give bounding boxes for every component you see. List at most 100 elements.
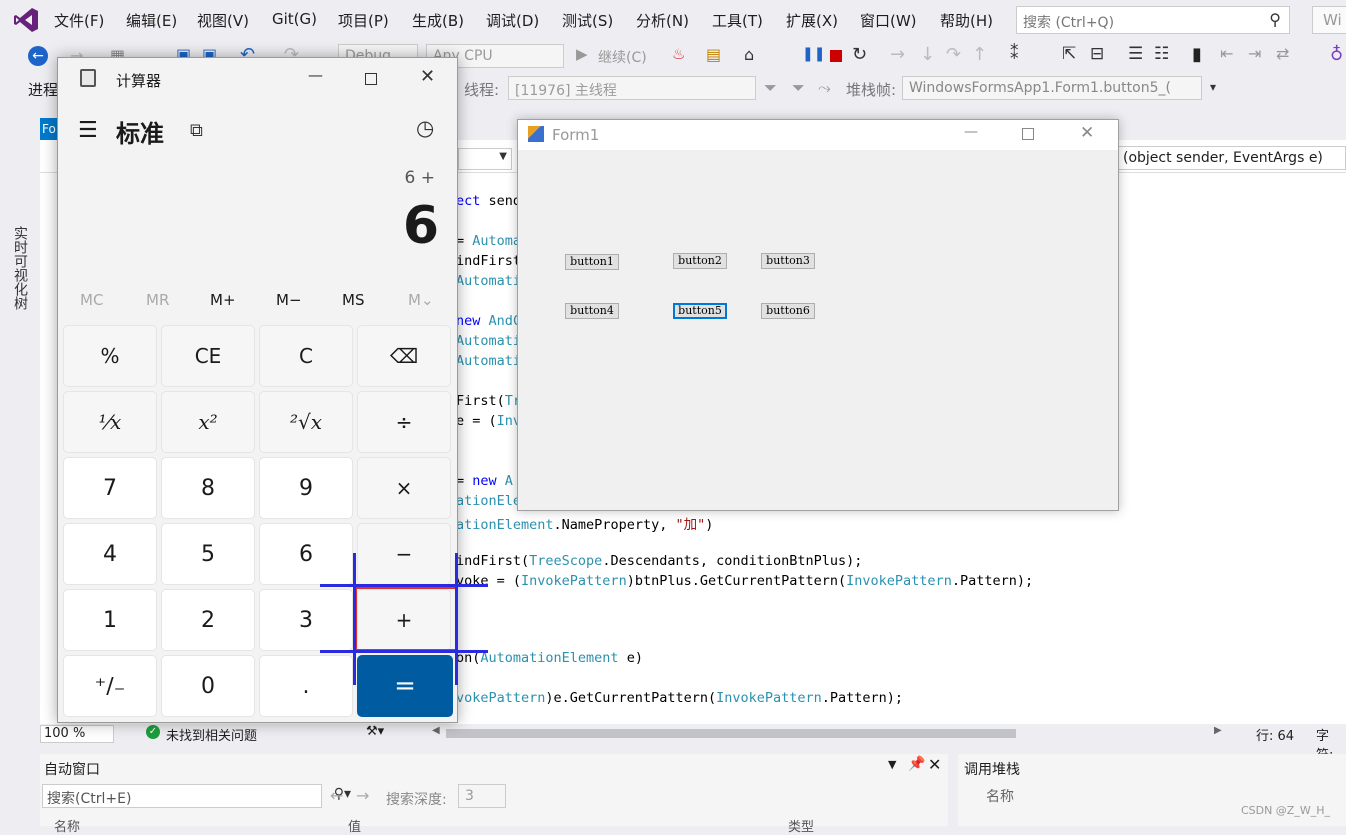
menu-window[interactable]: 窗口(W) xyxy=(860,10,917,31)
memory-clear-button[interactable]: MC xyxy=(80,291,103,309)
menu-tools[interactable]: 工具(T) xyxy=(712,10,763,31)
step-out-icon[interactable]: ↑ xyxy=(972,44,987,65)
open-folder-icon[interactable]: ▤ xyxy=(706,45,721,64)
close-icon[interactable]: ✕ xyxy=(928,755,941,774)
menu-test[interactable]: 测试(S) xyxy=(562,10,613,31)
negate-button[interactable]: ⁺∕₋ xyxy=(63,655,157,717)
solution-name-tab[interactable]: Wi xyxy=(1312,6,1346,34)
memory-recall-button[interactable]: MR xyxy=(146,291,169,309)
digit-3-button[interactable]: 3 xyxy=(259,589,353,651)
digit-2-button[interactable]: 2 xyxy=(161,589,255,651)
menu-analyze[interactable]: 分析(N) xyxy=(636,10,689,31)
back-icon[interactable]: ← xyxy=(28,46,48,66)
menu-project[interactable]: 项目(P) xyxy=(338,10,389,31)
backspace-button[interactable]: ⌫ xyxy=(357,325,451,387)
thread-select[interactable]: [11976] 主线程 xyxy=(508,76,756,100)
menu-extensions[interactable]: 扩展(X) xyxy=(786,10,838,31)
close-icon[interactable]: ✕ xyxy=(420,66,435,87)
continue-icon[interactable]: ▶ xyxy=(576,45,588,63)
modules-icon[interactable]: ⊟ xyxy=(1090,44,1104,64)
digit-1-button[interactable]: 1 xyxy=(63,589,157,651)
memory-add-button[interactable]: M+ xyxy=(210,291,236,309)
menu-edit[interactable]: 编辑(E) xyxy=(126,10,177,31)
button5[interactable]: button5 xyxy=(673,303,727,319)
button6[interactable]: button6 xyxy=(761,303,815,319)
type-navigation-select[interactable]: ▼ xyxy=(458,148,512,170)
stackframe-select[interactable]: WindowsFormsApp1.Form1.button5_( xyxy=(902,76,1202,100)
panel-dropdown-icon[interactable]: ▼ xyxy=(888,758,896,771)
brush-icon[interactable]: ⚒▾ xyxy=(366,724,384,739)
button3[interactable]: button3 xyxy=(761,253,815,269)
percent-button[interactable]: % xyxy=(63,325,157,387)
comment-icon[interactable]: ☰ xyxy=(1128,44,1143,64)
scroll-left-icon[interactable]: ◀ xyxy=(432,725,440,736)
multiply-button[interactable]: × xyxy=(357,457,451,519)
depth-select[interactable]: 3 xyxy=(458,784,506,808)
history-icon[interactable]: ◷ xyxy=(416,116,434,140)
maximize-icon[interactable] xyxy=(365,73,377,85)
button2[interactable]: button2 xyxy=(673,253,727,269)
minimize-icon[interactable]: — xyxy=(964,124,978,140)
clear-entry-button[interactable]: CE xyxy=(161,325,255,387)
show-next-statement-icon[interactable]: → xyxy=(890,44,905,65)
autos-search-input[interactable]: 搜索(Ctrl+E) ⚲▾ xyxy=(42,784,351,808)
prev-bookmark-icon[interactable]: ⇤ xyxy=(1220,44,1233,63)
equals-button[interactable]: = xyxy=(357,655,453,717)
digit-5-button[interactable]: 5 xyxy=(161,523,255,585)
digit-9-button[interactable]: 9 xyxy=(259,457,353,519)
divide-button[interactable]: ÷ xyxy=(357,391,451,453)
search-forward-icon[interactable]: → xyxy=(356,786,369,805)
step-over-icon[interactable]: ↷ xyxy=(946,44,961,65)
call-stack-column-name[interactable]: 名称 xyxy=(986,786,1014,806)
member-navigation-select[interactable]: (object sender, EventArgs e) xyxy=(1118,146,1346,170)
square-root-button[interactable]: ²√x xyxy=(259,391,353,453)
button1[interactable]: button1 xyxy=(565,254,619,270)
maximize-icon[interactable] xyxy=(1022,128,1034,140)
lightbulb-icon[interactable]: ♁ xyxy=(1330,44,1343,65)
close-icon[interactable]: ✕ xyxy=(1080,123,1094,143)
issues-status[interactable]: 未找到相关问题 xyxy=(166,725,257,744)
clear-button[interactable]: C xyxy=(259,325,353,387)
memory-subtract-button[interactable]: M− xyxy=(276,291,302,309)
bookmark-folder-icon[interactable]: ⇄ xyxy=(1276,44,1289,63)
vs-search-box[interactable]: 搜索 (Ctrl+Q) ⚲ xyxy=(1016,6,1290,34)
restart-icon[interactable]: ↻ xyxy=(852,44,867,65)
hex-display-icon[interactable]: ⁑ xyxy=(1010,44,1019,64)
bookmark-icon[interactable]: ▮ xyxy=(1192,44,1202,65)
minimize-icon[interactable]: — xyxy=(308,66,323,84)
menu-help[interactable]: 帮助(H) xyxy=(940,10,993,31)
hot-reload-icon[interactable]: ♨ xyxy=(672,45,685,63)
memory-list-button[interactable]: M⌄ xyxy=(408,291,434,309)
live-visual-tree-tab[interactable]: 实时可视化树 xyxy=(10,226,30,310)
search-back-icon[interactable]: ← xyxy=(330,786,343,805)
zoom-select[interactable]: 100 % xyxy=(40,725,114,743)
threads-icon[interactable]: ⇱ xyxy=(1062,44,1076,64)
menu-debug[interactable]: 调试(D) xyxy=(486,10,539,31)
digit-4-button[interactable]: 4 xyxy=(63,523,157,585)
digit-8-button[interactable]: 8 xyxy=(161,457,255,519)
filter-icon[interactable]: ⏷ xyxy=(764,78,777,98)
step-into-icon[interactable]: ↓ xyxy=(920,44,935,65)
menu-file[interactable]: 文件(F) xyxy=(54,10,104,31)
decimal-button[interactable]: . xyxy=(259,655,353,717)
pin-icon[interactable]: 📌 xyxy=(908,756,925,772)
toolbar-overflow-icon[interactable]: ▾ xyxy=(1210,80,1216,94)
scroll-right-icon[interactable]: ▶ xyxy=(1214,725,1222,736)
flag-threads-icon[interactable]: ⤳ xyxy=(818,78,831,98)
stop-icon[interactable] xyxy=(830,50,842,62)
continue-label[interactable]: 继续(C) xyxy=(598,47,647,67)
visual-studio-logo-icon[interactable] xyxy=(12,6,40,34)
horizontal-scrollbar[interactable] xyxy=(446,729,1016,738)
pause-icon[interactable]: ❚❚ xyxy=(802,46,825,62)
keep-on-top-icon[interactable]: ⧉ xyxy=(190,120,203,141)
hamburger-menu-icon[interactable]: ☰ xyxy=(78,118,98,143)
filter-clear-icon[interactable]: ⏷ xyxy=(792,78,805,98)
memory-store-button[interactable]: MS xyxy=(342,291,364,309)
uncomment-icon[interactable]: ☷ xyxy=(1154,44,1169,64)
next-bookmark-icon[interactable]: ⇥ xyxy=(1248,44,1261,63)
digit-7-button[interactable]: 7 xyxy=(63,457,157,519)
minus-button[interactable]: − xyxy=(357,523,451,585)
digit-6-button[interactable]: 6 xyxy=(259,523,353,585)
reciprocal-button[interactable]: ¹⁄x xyxy=(63,391,157,453)
menu-view[interactable]: 视图(V) xyxy=(197,10,249,31)
